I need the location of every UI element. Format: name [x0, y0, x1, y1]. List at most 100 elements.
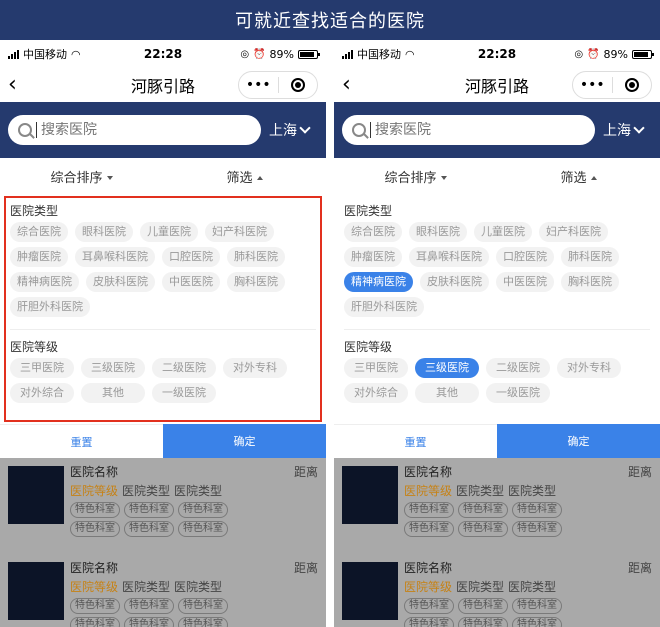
level-tag[interactable]: 其他 [81, 383, 145, 403]
confirm-button[interactable]: 确定 [163, 424, 326, 458]
level-tag[interactable]: 三级医院 [415, 358, 479, 378]
type-tag[interactable]: 肺科医院 [227, 247, 285, 267]
type-tag[interactable]: 妇产科医院 [205, 222, 274, 242]
type-tag[interactable]: 肺科医院 [561, 247, 619, 267]
hospital-card[interactable]: 医院名称 距离 医院等级 医院类型 医院类型 特色科室 特色科室 特色科室 特色科室 特色科室 特色… [334, 458, 660, 554]
level-tag[interactable]: 其他 [415, 383, 479, 403]
city-selector[interactable]: 上海 [269, 120, 311, 140]
type-tag[interactable]: 中医医院 [162, 272, 220, 292]
type-tag[interactable]: 口腔医院 [162, 247, 220, 267]
dept-tags: 特色科室 特色科室 特色科室 特色科室 特色科室 特色科室 [70, 598, 270, 627]
dept-tag: 特色科室 [124, 502, 174, 518]
type-tag[interactable]: 肝胆外科医院 [10, 297, 90, 317]
mini-program-capsule: ••• [238, 71, 318, 99]
type-tag[interactable]: 眼科医院 [409, 222, 467, 242]
filter-dropdown[interactable]: 筛选 [163, 167, 326, 186]
type-tag[interactable]: 耳鼻喉科医院 [409, 247, 489, 267]
dept-tag: 特色科室 [70, 521, 120, 537]
hospital-type-tags: 综合医院 眼科医院 儿童医院 妇产科医院肿瘤医院 耳鼻喉科医院 口腔医院 肺科医院精神病医院… [344, 222, 650, 317]
hospital-level-tags: 三甲医院 三级医院 二级医院 对外专科对外综合 其他 一级医院 [344, 358, 650, 403]
level-tag[interactable]: 一级医院 [152, 383, 216, 403]
hospital-card[interactable]: 医院名称 距离 医院等级 医院类型 医院类型 特色科室 特色科室 特色科室 特色科室 特色科室 特色… [334, 554, 660, 627]
sort-dropdown[interactable]: 综合排序 [334, 167, 497, 186]
close-mini-program-button[interactable] [613, 77, 652, 93]
level-tag[interactable]: 三甲医院 [344, 358, 408, 378]
search-box[interactable] [342, 115, 595, 145]
dept-tag: 特色科室 [178, 598, 228, 614]
hospital-card[interactable]: 医院名称 距离 医院等级 医院类型 医院类型 特色科室 特色科室 特色科室 特色科室 特色科室 特色… [0, 458, 326, 554]
search-box[interactable] [8, 115, 261, 145]
filter-dropdown[interactable]: 筛选 [497, 167, 660, 186]
hospital-card[interactable]: 医院名称 距离 医院等级 医院类型 医院类型 特色科室 特色科室 特色科室 特色科室 特色科室 特色… [0, 554, 326, 627]
level-tag[interactable]: 对外专科 [223, 358, 287, 378]
filter-label: 筛选 [560, 170, 587, 186]
wifi-icon: ◠ [405, 47, 415, 61]
confirm-button[interactable]: 确定 [497, 424, 660, 458]
type-tag[interactable]: 肿瘤医院 [10, 247, 68, 267]
level-tag[interactable]: 对外综合 [344, 383, 408, 403]
level-tag[interactable]: 二级医院 [486, 358, 550, 378]
dept-tag: 特色科室 [458, 521, 508, 537]
type-tag[interactable]: 肿瘤医院 [344, 247, 402, 267]
type-tag[interactable]: 中医医院 [496, 272, 554, 292]
hospital-type-title: 医院类型 [344, 204, 393, 218]
search-bar: 上海 [0, 102, 326, 158]
dept-tag: 特色科室 [512, 598, 562, 614]
level-tag[interactable]: 一级医院 [486, 383, 550, 403]
hospital-name: 医院名称 [70, 560, 119, 575]
phone-screen-before: 中国移动 ◠ 22:28 ◎ ⏰ 89% ‹ 河豚引路 ••• 上海 [0, 40, 326, 627]
type-tag[interactable]: 胸科医院 [227, 272, 285, 292]
distance-label: 距离 [627, 560, 652, 575]
level-tag[interactable]: 对外综合 [10, 383, 74, 403]
hospital-type: 医院类型 [174, 483, 223, 498]
city-label: 上海 [603, 123, 631, 139]
banner: 可就近查找适合的医院 [0, 0, 660, 40]
dept-tag: 特色科室 [458, 502, 508, 518]
text-caret [36, 122, 37, 138]
hospital-type: 医院类型 [456, 483, 505, 498]
mini-program-capsule: ••• [572, 71, 652, 99]
battery-percent: 89% [269, 47, 294, 61]
level-tag[interactable]: 二级医院 [152, 358, 216, 378]
type-tag[interactable]: 皮肤科医院 [86, 272, 155, 292]
wifi-icon: ◠ [71, 47, 81, 61]
type-tag[interactable]: 胸科医院 [561, 272, 619, 292]
type-tag[interactable]: 综合医院 [10, 222, 68, 242]
back-arrow-icon[interactable]: ‹ [342, 74, 362, 96]
search-input[interactable] [41, 122, 221, 138]
level-tag[interactable]: 三级医院 [81, 358, 145, 378]
more-icon[interactable]: ••• [239, 77, 278, 93]
hospital-type: 医院类型 [456, 579, 505, 594]
level-tag[interactable]: 对外专科 [557, 358, 621, 378]
distance-label: 距离 [627, 464, 652, 479]
type-tag[interactable]: 眼科医院 [75, 222, 133, 242]
type-tag[interactable]: 耳鼻喉科医院 [75, 247, 155, 267]
record-icon [624, 78, 639, 92]
hospital-type-title: 医院类型 [10, 204, 59, 218]
type-tag[interactable]: 精神病医院 [344, 272, 413, 292]
back-arrow-icon[interactable]: ‹ [8, 74, 28, 96]
type-tag[interactable]: 综合医院 [344, 222, 402, 242]
search-input[interactable] [375, 122, 555, 138]
dept-tag: 特色科室 [124, 598, 174, 614]
hospital-level: 医院等级 [70, 483, 119, 498]
sort-dropdown[interactable]: 综合排序 [0, 167, 163, 186]
type-tag[interactable]: 儿童医院 [140, 222, 198, 242]
hospital-name: 医院名称 [70, 464, 119, 479]
hospital-level-tags: 三甲医院 三级医院 二级医院 对外专科对外综合 其他 一级医院 [10, 358, 316, 403]
type-tag[interactable]: 儿童医院 [474, 222, 532, 242]
type-tag[interactable]: 口腔医院 [496, 247, 554, 267]
type-tag[interactable]: 妇产科医院 [539, 222, 608, 242]
reset-button[interactable]: 重置 [334, 424, 497, 458]
type-tag[interactable]: 肝胆外科医院 [344, 297, 424, 317]
close-mini-program-button[interactable] [279, 77, 318, 93]
type-tag[interactable]: 皮肤科医院 [420, 272, 489, 292]
city-selector[interactable]: 上海 [603, 120, 645, 140]
type-tag[interactable]: 精神病医院 [10, 272, 79, 292]
hospital-type: 医院类型 [122, 483, 171, 498]
more-icon[interactable]: ••• [573, 77, 612, 93]
hospital-type: 医院类型 [174, 579, 223, 594]
dept-tag: 特色科室 [178, 617, 228, 627]
level-tag[interactable]: 三甲医院 [10, 358, 74, 378]
reset-button[interactable]: 重置 [0, 424, 163, 458]
